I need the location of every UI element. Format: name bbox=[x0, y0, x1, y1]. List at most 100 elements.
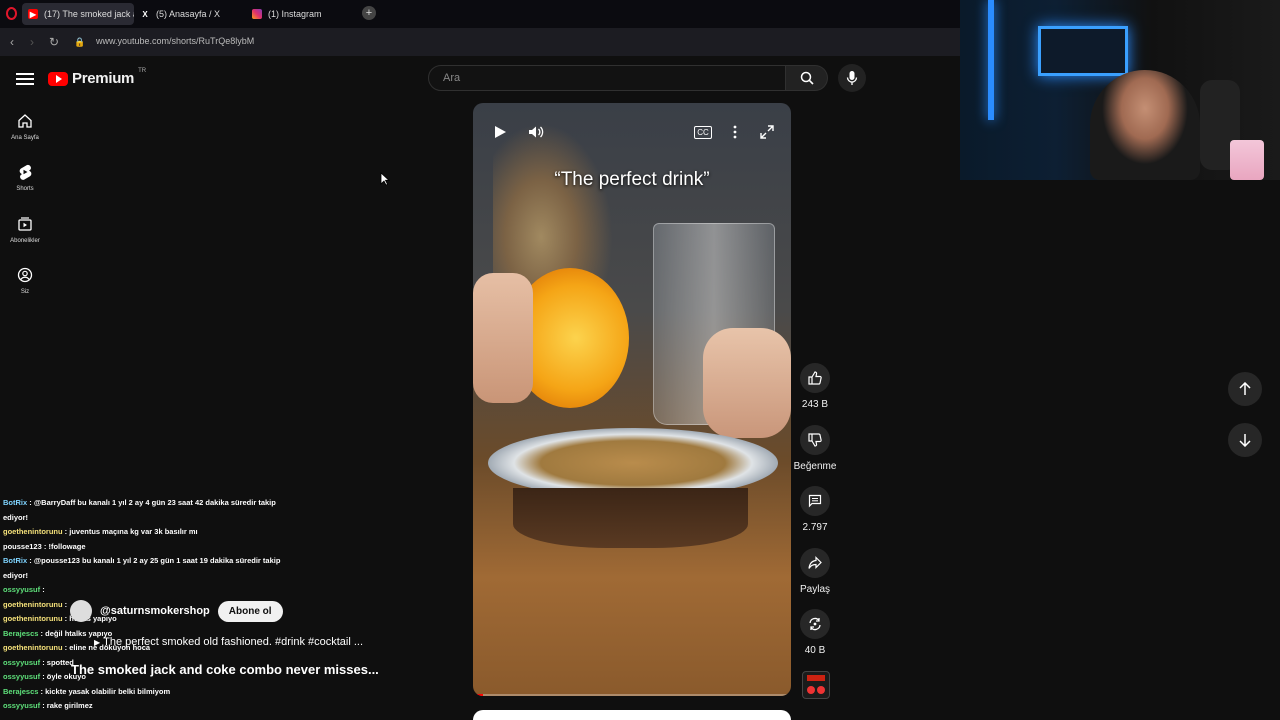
comment-count: 2.797 bbox=[802, 522, 828, 533]
chat-message: Berajescs : kickte yasak olabilir belki … bbox=[0, 685, 400, 700]
thumbs-up-icon bbox=[808, 371, 822, 385]
voice-search-button[interactable] bbox=[838, 64, 866, 92]
arrow-up-icon bbox=[1239, 382, 1251, 395]
chat-message: BotRix : @BarryDaff bu kanalı 1 yıl 2 ay… bbox=[0, 496, 400, 511]
chat-username[interactable]: goethenintorunu bbox=[3, 614, 63, 623]
dislike-button[interactable]: Beğenme bbox=[794, 425, 836, 472]
mug-image bbox=[1230, 140, 1264, 180]
fullscreen-button[interactable] bbox=[756, 121, 778, 143]
url-field[interactable]: www.youtube.com/shorts/RuTrQe8lybM bbox=[96, 36, 254, 46]
hamburger-menu-button[interactable] bbox=[16, 70, 34, 86]
chat-text: : bbox=[62, 599, 68, 609]
new-tab-button[interactable]: + bbox=[362, 6, 376, 20]
chat-username[interactable]: goethenintorunu bbox=[3, 527, 63, 536]
streamer-image bbox=[1090, 70, 1200, 180]
next-short-preview[interactable] bbox=[473, 710, 791, 720]
chat-username[interactable]: ossyyusuf bbox=[3, 672, 40, 681]
address-bar: ‹ › ↻ 🔒 www.youtube.com/shorts/RuTrQe8ly… bbox=[0, 28, 960, 56]
youtube-play-logo-icon bbox=[48, 71, 68, 86]
back-button[interactable]: ‹ bbox=[4, 34, 20, 50]
search-button[interactable] bbox=[786, 65, 828, 91]
chat-username[interactable]: ossyyusuf bbox=[3, 585, 40, 594]
video-description-text: The perfect smoked old fashioned. #drink… bbox=[103, 636, 364, 648]
cc-icon: CC bbox=[694, 125, 712, 139]
channel-handle[interactable]: @saturnsmokershop bbox=[100, 605, 210, 617]
previous-short-button[interactable] bbox=[1228, 372, 1262, 406]
video-progress-bar[interactable] bbox=[473, 694, 791, 696]
shorts-video-player[interactable]: “The perfect drink” CC bbox=[473, 103, 791, 696]
led-strip-image bbox=[988, 0, 994, 120]
like-button[interactable]: 243 B bbox=[795, 363, 835, 410]
channel-row: @saturnsmokershop Abone ol bbox=[70, 600, 283, 622]
comments-button[interactable]: 2.797 bbox=[795, 486, 835, 533]
play-icon bbox=[495, 126, 506, 138]
next-short-button[interactable] bbox=[1228, 423, 1262, 457]
video-title[interactable]: The smoked jack and coke combo never mis… bbox=[71, 662, 379, 677]
forward-button[interactable]: › bbox=[24, 34, 40, 50]
play-button[interactable] bbox=[489, 121, 511, 143]
tab-instagram[interactable]: (1) Instagram bbox=[246, 3, 358, 25]
chat-message: ossyyusuf : rake girilmez bbox=[0, 699, 400, 714]
shorts-icon bbox=[19, 164, 32, 180]
tab-title: (17) The smoked jack and bbox=[44, 9, 134, 19]
remix-button[interactable]: 40 B bbox=[795, 609, 835, 656]
chat-text: : juventus maçına kg var 3k basılır mı bbox=[62, 527, 198, 536]
like-count: 243 B bbox=[801, 399, 829, 410]
share-button[interactable]: Paylaş bbox=[795, 548, 835, 595]
x-icon: X bbox=[142, 9, 148, 19]
tab-title: (1) Instagram bbox=[268, 9, 322, 19]
sidebar-item-you[interactable]: Siz bbox=[0, 267, 50, 295]
sidebar-item-home[interactable]: Ana Sayfa bbox=[0, 113, 50, 141]
sidebar-item-subscriptions[interactable]: Abonelikler bbox=[0, 216, 50, 244]
remix-icon bbox=[809, 617, 821, 631]
chat-username[interactable]: Berajescs bbox=[3, 629, 38, 638]
chat-message: ossyyusuf : bbox=[0, 583, 400, 598]
remix-count: 40 B bbox=[804, 645, 826, 656]
wall-light-panel-image bbox=[1038, 26, 1128, 76]
thumbs-down-icon bbox=[808, 433, 822, 447]
chat-username[interactable]: BotRix bbox=[3, 498, 27, 507]
chat-username[interactable]: ossyyusuf bbox=[3, 658, 40, 667]
video-caption: “The perfect drink” bbox=[554, 169, 710, 190]
search-input[interactable] bbox=[429, 66, 787, 90]
tab-x[interactable]: X (5) Anasayfa / X bbox=[134, 3, 246, 25]
tab-youtube[interactable]: ▶ (17) The smoked jack and bbox=[22, 3, 134, 25]
video-description[interactable]: ▶ The perfect smoked old fashioned. #drin… bbox=[94, 636, 363, 648]
chat-username[interactable]: goethenintorunu bbox=[3, 643, 63, 652]
channel-avatar[interactable] bbox=[70, 600, 92, 622]
browser-tab-bar: ▶ (17) The smoked jack and X (5) Anasayf… bbox=[0, 0, 960, 28]
hand-right-image bbox=[703, 328, 791, 438]
wood-base-image bbox=[513, 488, 748, 548]
captions-button[interactable]: CC bbox=[692, 121, 714, 143]
comment-icon bbox=[808, 494, 822, 508]
chat-text: : @pousse123 bu kanalı 1 yıl 2 ay 25 gün… bbox=[27, 556, 281, 565]
reload-button[interactable]: ↻ bbox=[46, 34, 62, 50]
chat-username[interactable]: BotRix bbox=[3, 556, 27, 565]
youtube-logo[interactable]: Premium TR bbox=[48, 68, 146, 87]
arrow-down-icon bbox=[1239, 434, 1251, 447]
sidebar-item-shorts[interactable]: Shorts bbox=[0, 164, 50, 192]
sidebar-item-label: Shorts bbox=[16, 186, 34, 192]
volume-button[interactable] bbox=[525, 121, 547, 143]
youtube-icon: ▶ bbox=[28, 9, 38, 19]
logo-text: Premium bbox=[72, 70, 135, 87]
chat-username[interactable]: ossyyusuf bbox=[3, 701, 40, 710]
chat-username[interactable]: pousse123 bbox=[3, 542, 42, 551]
more-options-button[interactable] bbox=[724, 121, 746, 143]
search-icon bbox=[800, 71, 814, 85]
search-box bbox=[428, 65, 787, 91]
chat-username[interactable]: goethenintorunu bbox=[3, 600, 63, 609]
chat-text: : kickte yasak olabilir belki bilmiyom bbox=[38, 686, 171, 696]
chat-message: BotRix : @pousse123 bu kanalı 1 yıl 2 ay… bbox=[0, 554, 400, 569]
chat-username[interactable]: Berajescs bbox=[3, 687, 38, 696]
home-icon bbox=[18, 114, 32, 128]
channel-thumbnail-icon[interactable] bbox=[802, 671, 830, 699]
subscribe-button[interactable]: Abone ol bbox=[217, 600, 283, 622]
chat-message: pousse123 : !followage bbox=[0, 540, 400, 555]
opera-logo-icon[interactable] bbox=[6, 7, 17, 20]
chat-text: : bbox=[40, 585, 45, 594]
video-progress-fill bbox=[473, 694, 483, 696]
share-label: Paylaş bbox=[799, 584, 830, 595]
sidebar-item-label: Siz bbox=[20, 289, 30, 295]
volume-icon bbox=[529, 126, 544, 138]
